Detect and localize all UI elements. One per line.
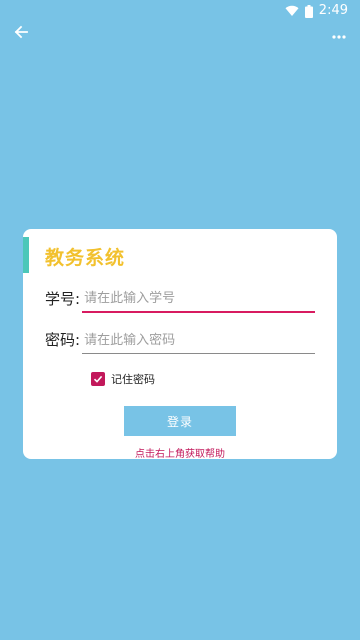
wifi-icon	[285, 5, 299, 17]
back-button[interactable]	[8, 22, 34, 44]
student-id-label: 学号:	[45, 290, 81, 308]
status-time: 2:49	[318, 3, 348, 18]
checkmark-icon	[93, 375, 103, 383]
password-label: 密码:	[45, 331, 81, 349]
toolbar	[0, 22, 360, 44]
student-id-input[interactable]	[82, 285, 316, 313]
login-card: 教务系统 学号: 密码: 记住密码 登录 点击右上角获取帮助	[23, 229, 337, 460]
remember-password-checkbox[interactable]	[91, 372, 105, 386]
title-accent-bar	[23, 237, 29, 273]
battery-icon	[304, 4, 313, 18]
login-button[interactable]: 登录	[124, 406, 236, 436]
remember-password-row[interactable]: 记住密码	[91, 371, 155, 387]
card-title: 教务系统	[45, 247, 126, 269]
password-input[interactable]	[82, 327, 316, 354]
status-icons: 2:49	[285, 3, 348, 19]
student-id-row: 学号:	[45, 285, 316, 313]
status-bar: 2:49	[0, 0, 360, 22]
remember-password-label: 记住密码	[111, 373, 155, 386]
arrow-left-icon	[14, 24, 28, 43]
more-dots-icon	[332, 24, 346, 43]
password-row: 密码:	[45, 326, 316, 354]
more-options-button[interactable]	[328, 22, 350, 44]
help-hint-text: 点击右上角获取帮助	[135, 449, 225, 460]
